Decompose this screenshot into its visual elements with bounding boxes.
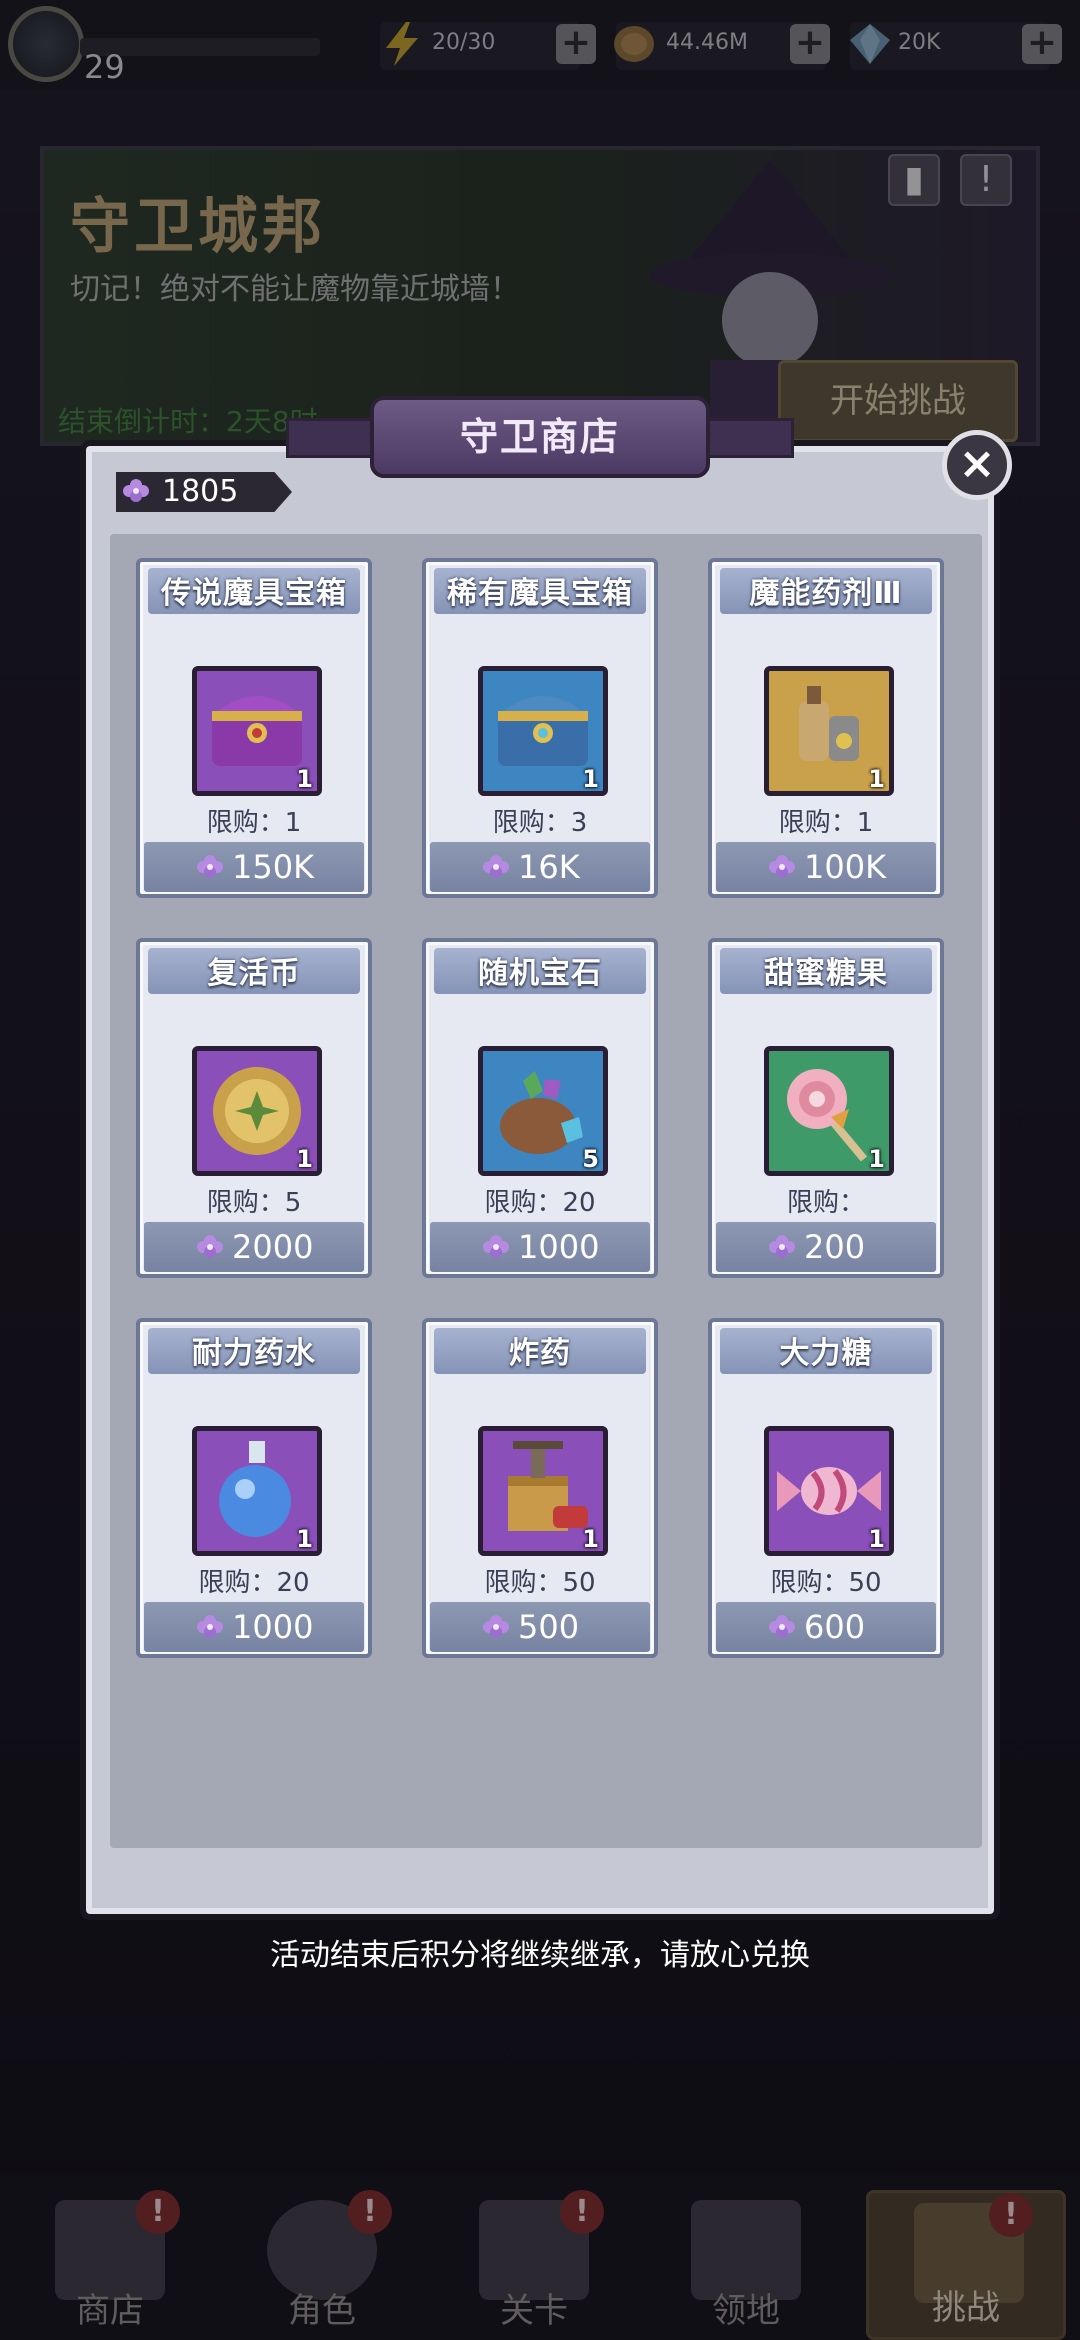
item-quantity: 1 <box>868 765 885 793</box>
dialog-title: 守卫商店 <box>370 396 710 478</box>
purchase-limit: 限购：50 <box>484 1568 596 1598</box>
shop-item-card[interactable]: 稀有魔具宝箱 1 限购：3 16K <box>422 558 658 898</box>
item-quantity: 1 <box>296 1525 313 1553</box>
potion-set-icon: 1 <box>764 666 894 796</box>
purchase-limit: 限购：1 <box>778 808 874 838</box>
item-name: 炸药 <box>509 1336 571 1371</box>
item-name: 稀有魔具宝箱 <box>447 576 633 611</box>
shop-item-card[interactable]: 随机宝石 5 限购：20 1000 <box>422 938 658 1278</box>
revive-coin-icon: 1 <box>192 1046 322 1176</box>
flower-currency-icon <box>123 479 149 502</box>
lollipop-icon: 1 <box>764 1046 894 1176</box>
item-quantity: 1 <box>582 1525 599 1553</box>
shop-item-card[interactable]: 传说魔具宝箱 1 限购：1 150K <box>136 558 372 898</box>
item-quantity: 5 <box>582 1145 599 1173</box>
shop-item-card[interactable]: 大力糖 1 限购：50 600 <box>708 1318 944 1658</box>
flower-currency-icon <box>769 1615 795 1638</box>
item-price: 200 <box>804 1228 866 1266</box>
purchase-limit: 限购：3 <box>492 808 588 838</box>
dynamite-icon: 1 <box>478 1426 608 1556</box>
purchase-limit: 限购：20 <box>198 1568 310 1598</box>
item-price: 150K <box>232 848 315 886</box>
shop-currency-amount: 1805 <box>162 474 239 509</box>
shop-footer-note: 活动结束后积分将继续继承，请放心兑换 <box>270 1938 810 1973</box>
shop-item-card[interactable]: 甜蜜糖果 1 限购： 200 <box>708 938 944 1278</box>
purchase-limit: 限购： <box>786 1188 865 1218</box>
flower-currency-icon <box>197 1615 223 1638</box>
item-quantity: 1 <box>582 765 599 793</box>
flower-currency-icon <box>769 855 795 878</box>
item-name: 魔能药剂Ⅲ <box>749 576 903 611</box>
flower-currency-icon <box>483 855 509 878</box>
flower-currency-icon <box>197 1235 223 1258</box>
close-button[interactable]: × <box>942 430 1012 500</box>
gem-bag-icon: 5 <box>478 1046 608 1176</box>
item-name: 甜蜜糖果 <box>764 956 888 991</box>
shop-item-card[interactable]: 炸药 1 限购：50 500 <box>422 1318 658 1658</box>
item-name: 复活币 <box>207 956 301 991</box>
blue-potion-icon: 1 <box>192 1426 322 1556</box>
shop-item-card[interactable]: 耐力药水 1 限购：20 1000 <box>136 1318 372 1658</box>
item-quantity: 1 <box>296 765 313 793</box>
item-name: 传说魔具宝箱 <box>161 576 347 611</box>
flower-currency-icon <box>483 1615 509 1638</box>
item-quantity: 1 <box>868 1145 885 1173</box>
item-name: 耐力药水 <box>192 1336 316 1371</box>
item-price: 2000 <box>232 1228 314 1266</box>
purple-chest-icon: 1 <box>192 666 322 796</box>
item-price: 600 <box>804 1608 866 1646</box>
purchase-limit: 限购：50 <box>770 1568 882 1598</box>
item-quantity: 1 <box>296 1145 313 1173</box>
purchase-limit: 限购：5 <box>206 1188 302 1218</box>
item-price: 1000 <box>518 1228 600 1266</box>
shop-item-card[interactable]: 复活币 1 限购：5 2000 <box>136 938 372 1278</box>
shop-item-card[interactable]: 魔能药剂Ⅲ 1 限购：1 100K <box>708 558 944 898</box>
item-price: 100K <box>804 848 887 886</box>
blue-chest-icon: 1 <box>478 666 608 796</box>
item-price: 1000 <box>232 1608 314 1646</box>
item-price: 16K <box>518 848 580 886</box>
purchase-limit: 限购：1 <box>206 808 302 838</box>
item-quantity: 1 <box>868 1525 885 1553</box>
item-name: 大力糖 <box>779 1336 873 1371</box>
item-name: 随机宝石 <box>478 956 602 991</box>
purchase-limit: 限购：20 <box>484 1188 596 1218</box>
flower-currency-icon <box>483 1235 509 1258</box>
flower-currency-icon <box>197 855 223 878</box>
item-price: 500 <box>518 1608 580 1646</box>
candy-icon: 1 <box>764 1426 894 1556</box>
flower-currency-icon <box>769 1235 795 1258</box>
